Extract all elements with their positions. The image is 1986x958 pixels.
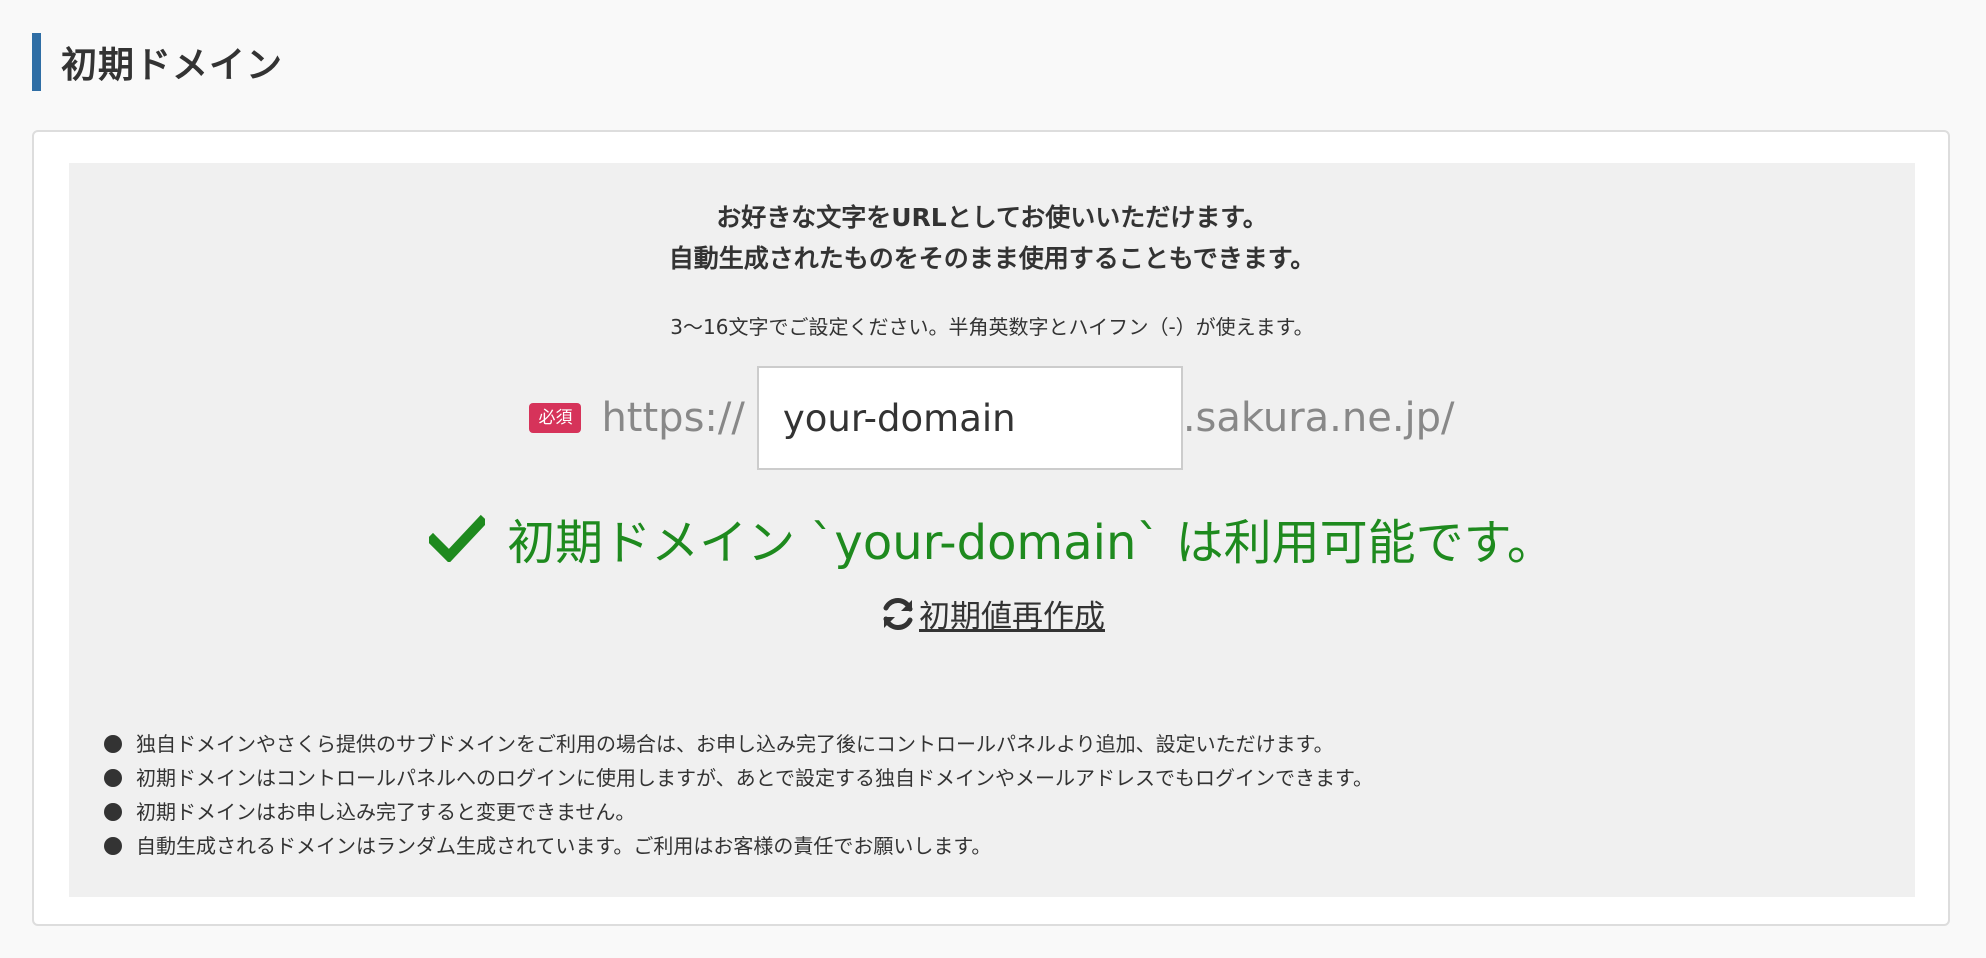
url-suffix: .sakura.ne.jp/ [1182, 395, 1455, 441]
note-item: 独自ドメインやさくら提供のサブドメインをご利用の場合は、お申し込み完了後にコント… [104, 727, 1373, 761]
note-text: 自動生成されるドメインはランダム生成されています。ご利用はお客様の責任でお願いし… [136, 834, 992, 858]
title-accent-bar [32, 33, 41, 91]
availability-text: 初期ドメイン `your-domain` は利用可能です。 [507, 515, 1555, 571]
regenerate-label: 初期値再作成 [919, 599, 1105, 635]
intro-text: お好きな文字をURLとしてお使いいただけます。 自動生成されたものをそのまま使用… [69, 197, 1915, 279]
note-text: 初期ドメインはお申し込み完了すると変更できません。 [136, 800, 636, 824]
domain-input[interactable] [756, 366, 1183, 470]
input-hint: 3〜16文字でご設定ください。半角英数字とハイフン（-）が使えます。 [670, 315, 1314, 339]
note-text: 独自ドメインやさくら提供のサブドメインをご利用の場合は、お申し込み完了後にコント… [136, 732, 1334, 756]
refresh-icon [883, 597, 913, 630]
availability-status: 初期ドメイン `your-domain` は利用可能です。 [69, 503, 1915, 573]
note-item: 初期ドメインはコントロールパネルへのログインに使用しますが、あとで設定する独自ド… [104, 761, 1373, 795]
intro-line-1: お好きな文字をURLとしてお使いいただけます。 [716, 203, 1268, 232]
section-header: 初期ドメイン [32, 33, 283, 91]
notes-list: 独自ドメインやさくら提供のサブドメインをご利用の場合は、お申し込み完了後にコント… [104, 727, 1373, 863]
regenerate-row: 初期値再作成 [69, 591, 1915, 636]
intro-line-2: 自動生成されたものをそのまま使用することもできます。 [668, 244, 1316, 273]
domain-card: お好きな文字をURLとしてお使いいただけます。 自動生成されたものをそのまま使用… [32, 130, 1950, 926]
page-title: 初期ドメイン [61, 45, 284, 86]
note-item: 初期ドメインはお申し込み完了すると変更できません。 [104, 795, 1373, 829]
url-prefix: https:// [601, 395, 745, 441]
check-icon [429, 514, 486, 562]
bullet-icon [104, 769, 122, 787]
regenerate-link[interactable]: 初期値再作成 [879, 591, 1105, 636]
required-badge: 必須 [529, 403, 582, 433]
bullet-icon [104, 735, 122, 753]
bullet-icon [104, 837, 122, 855]
note-text: 初期ドメインはコントロールパネルへのログインに使用しますが、あとで設定する独自ド… [136, 766, 1373, 790]
note-item: 自動生成されるドメインはランダム生成されています。ご利用はお客様の責任でお願いし… [104, 829, 1373, 863]
domain-input-row: 必須 https:// .sakura.ne.jp/ [69, 365, 1915, 471]
bullet-icon [104, 803, 122, 821]
domain-panel: お好きな文字をURLとしてお使いいただけます。 自動生成されたものをそのまま使用… [69, 163, 1915, 897]
